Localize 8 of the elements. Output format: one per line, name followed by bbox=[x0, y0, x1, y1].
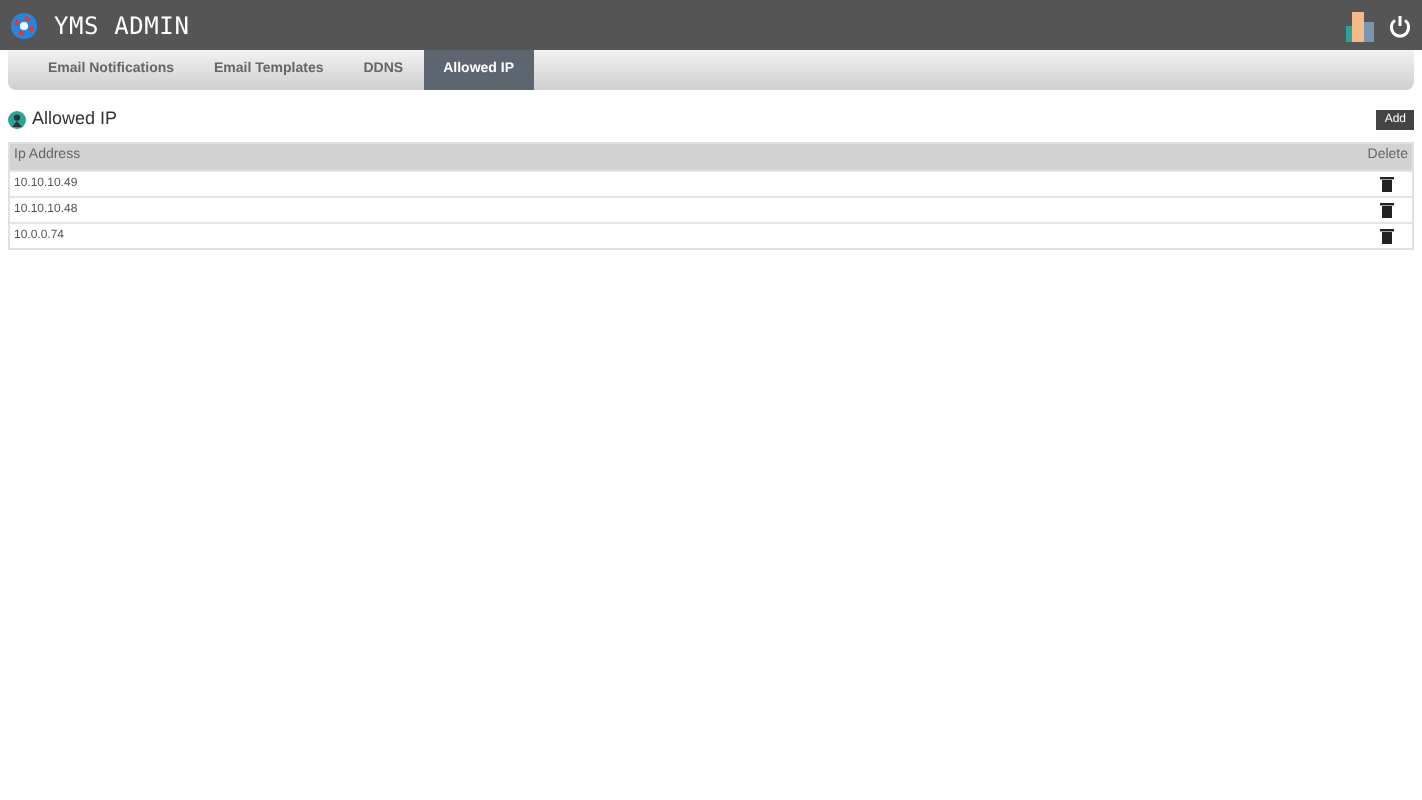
lifebuoy-icon bbox=[10, 11, 38, 39]
trash-icon[interactable] bbox=[1380, 176, 1394, 192]
power-icon[interactable] bbox=[1388, 13, 1412, 37]
app-title: YMS ADMIN bbox=[54, 9, 190, 43]
section-title: Allowed IP bbox=[32, 106, 118, 133]
trash-icon[interactable] bbox=[1380, 202, 1394, 218]
trash-icon[interactable] bbox=[1380, 228, 1394, 244]
bar-chart-icon[interactable] bbox=[1346, 9, 1374, 41]
